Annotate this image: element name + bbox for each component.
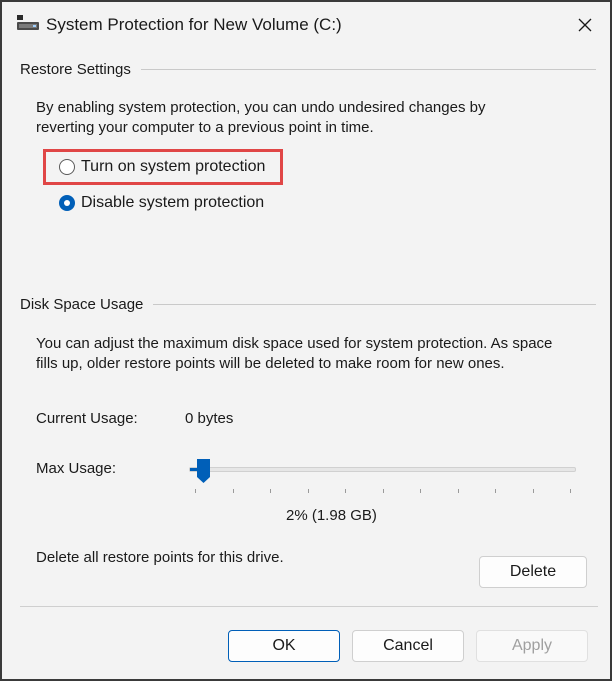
disk-space-description-line1: You can adjust the maximum disk space us… bbox=[36, 335, 553, 352]
window-title: System Protection for New Volume (C:) bbox=[46, 15, 342, 34]
ok-button[interactable]: OK bbox=[228, 630, 340, 662]
current-usage-value: 0 bytes bbox=[185, 410, 234, 427]
current-usage-label: Current Usage: bbox=[36, 410, 138, 427]
restore-settings-description: By enabling system protection, you can u… bbox=[36, 98, 485, 138]
apply-button[interactable]: Apply bbox=[476, 630, 588, 662]
max-usage-readout: 2% (1.98 GB) bbox=[286, 507, 377, 524]
restore-settings-label: Restore Settings bbox=[20, 61, 141, 78]
slider-tick bbox=[495, 489, 496, 493]
slider-tick bbox=[232, 489, 234, 493]
max-usage-label: Max Usage: bbox=[36, 460, 117, 477]
slider-ticks bbox=[195, 489, 571, 495]
slider-tick bbox=[532, 489, 534, 493]
slider-tick bbox=[457, 489, 459, 493]
slider-tick bbox=[420, 489, 421, 493]
slider-tick bbox=[345, 489, 346, 493]
radio-turn-on-protection[interactable]: Turn on system protection bbox=[59, 158, 265, 176]
max-usage-slider-track[interactable] bbox=[189, 467, 576, 472]
max-usage-slider-thumb[interactable] bbox=[196, 458, 211, 484]
close-button[interactable] bbox=[570, 10, 600, 40]
system-protection-dialog: System Protection for New Volume (C:) Re… bbox=[0, 0, 612, 681]
radio-disable-label: Disable system protection bbox=[81, 194, 265, 211]
delete-button[interactable]: Delete bbox=[479, 556, 587, 588]
disk-space-label: Disk Space Usage bbox=[20, 296, 154, 313]
restore-settings-description-line1: By enabling system protection, you can u… bbox=[36, 99, 486, 116]
close-icon bbox=[578, 18, 592, 32]
restore-settings-description-line2: reverting your computer to a previous po… bbox=[36, 119, 374, 136]
disk-space-description: You can adjust the maximum disk space us… bbox=[36, 334, 552, 374]
footer-divider bbox=[20, 606, 598, 607]
radio-button-unchecked[interactable] bbox=[59, 159, 75, 175]
disk-space-description-line2: fills up, older restore points will be d… bbox=[36, 355, 505, 372]
slider-tick bbox=[382, 489, 384, 493]
radio-disable-protection[interactable]: Disable system protection bbox=[59, 194, 264, 212]
drive-icon bbox=[17, 15, 39, 30]
title-bar: System Protection for New Volume (C:) bbox=[2, 2, 610, 50]
radio-button-checked[interactable] bbox=[59, 195, 75, 211]
delete-restore-points-text: Delete all restore points for this drive… bbox=[36, 549, 284, 566]
slider-tick bbox=[307, 489, 309, 493]
cancel-button[interactable]: Cancel bbox=[352, 630, 464, 662]
slider-tick bbox=[570, 489, 571, 493]
slider-tick bbox=[195, 489, 196, 493]
radio-turn-on-label: Turn on system protection bbox=[81, 158, 266, 175]
slider-tick bbox=[270, 489, 271, 493]
